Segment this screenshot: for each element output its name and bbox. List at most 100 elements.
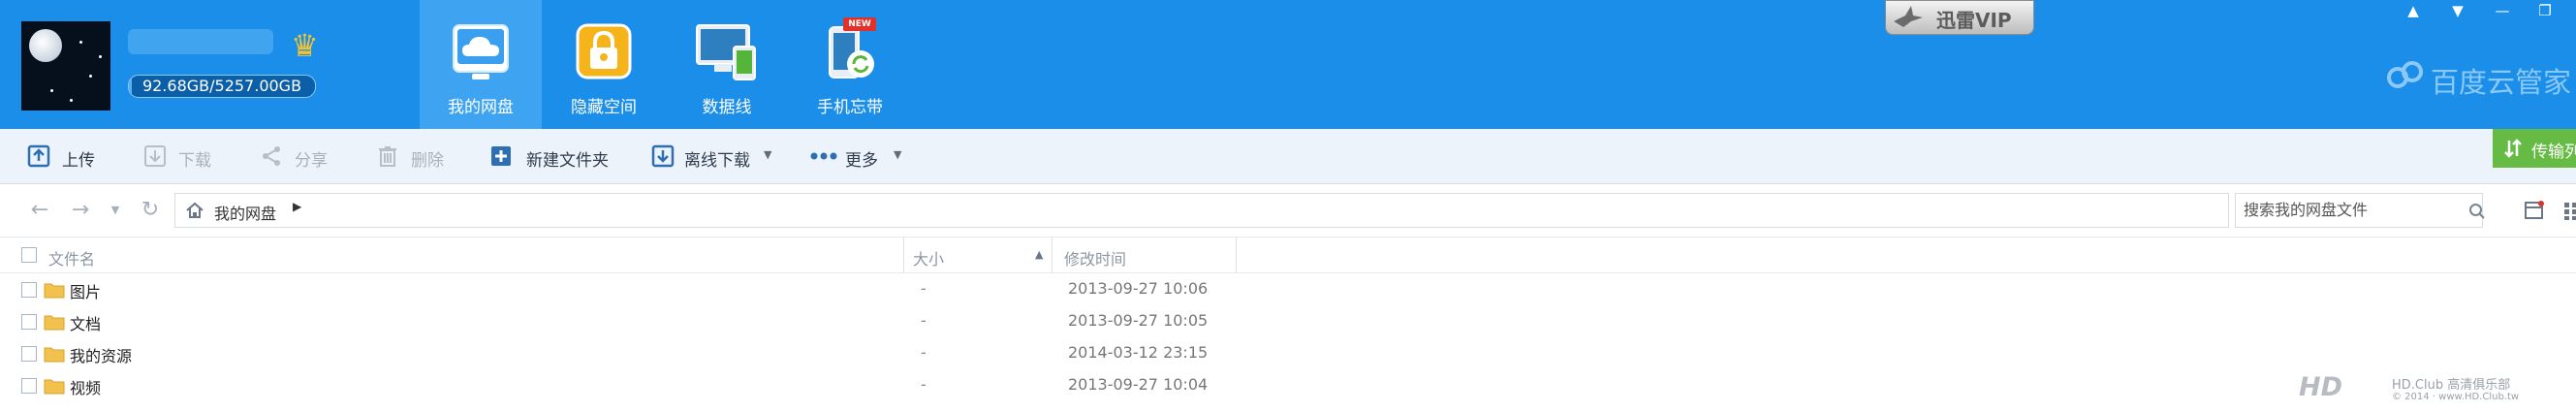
vip-label: 迅雷VIP (1936, 9, 2012, 32)
column-divider[interactable] (903, 238, 904, 272)
folder-icon (44, 347, 65, 363)
username-redacted (128, 29, 273, 54)
share-label: 分享 (295, 151, 328, 171)
table-row[interactable]: 图片 - 2013-09-27 10:06 (0, 273, 2576, 305)
brand-name: 百度云管家 (2431, 66, 2572, 99)
share-icon (263, 146, 280, 166)
share-button[interactable]: 分享 (260, 141, 337, 172)
baidu-cloud-window: ♛ 92.68GB/5257.00GB 我的网盘 隐藏空间 数据线 NEW 手机… (0, 0, 2576, 412)
history-dropdown-icon[interactable]: ▼ (103, 198, 128, 223)
watermark-line1: HD.Club 高清俱乐部 (2392, 378, 2511, 393)
delete-button[interactable]: 删除 (376, 141, 454, 172)
file-size: - (921, 343, 927, 362)
table-row[interactable]: 文档 - 2013-09-27 10:05 (0, 305, 2576, 337)
sort-asc-icon[interactable]: ▲ (1035, 248, 1043, 261)
search-box[interactable] (2235, 193, 2486, 228)
tab-label: 数据线 (702, 98, 752, 117)
file-name[interactable]: 视频 (70, 375, 101, 398)
transfer-list-button[interactable]: 传输列 (2493, 129, 2576, 168)
refresh-icon[interactable]: ↻ (138, 198, 163, 223)
back-arrow-icon[interactable]: ← (27, 198, 52, 223)
transfer-list-label: 传输列 (2531, 143, 2576, 162)
chevron-down-icon[interactable]: ▼ (894, 148, 901, 161)
upload-button[interactable]: 上传 (27, 141, 105, 172)
folder-icon (44, 379, 65, 395)
row-checkbox[interactable] (21, 378, 37, 394)
more-dots-icon (810, 152, 837, 160)
avatar[interactable] (21, 21, 110, 111)
new-folder-button[interactable]: 新建文件夹 (489, 141, 615, 172)
select-all-checkbox[interactable] (21, 247, 37, 263)
view-mode-icon[interactable] (2524, 200, 2545, 221)
upload-icon (27, 144, 50, 168)
restore-icon[interactable]: ❐ (2531, 0, 2559, 21)
file-size: - (921, 375, 927, 394)
column-header-modified[interactable]: 修改时间 (1064, 246, 1126, 269)
file-modified: 2013-09-27 10:05 (1068, 311, 1209, 330)
delete-label: 删除 (411, 151, 444, 171)
row-checkbox[interactable] (21, 314, 37, 330)
lock-icon (576, 23, 632, 79)
file-modified: 2014-03-12 23:15 (1068, 343, 1209, 362)
offline-download-button[interactable]: 离线下载 ▼ (651, 141, 777, 172)
folder-icon (44, 315, 65, 331)
avatar-star (70, 99, 73, 102)
table-row[interactable]: 视频 - 2013-09-27 10:04 (0, 369, 2576, 401)
notification-bell-icon[interactable]: ▲ (2400, 0, 2427, 21)
folder-icon (44, 283, 65, 299)
file-name[interactable]: 我的资源 (70, 343, 132, 366)
column-header-size[interactable]: 大小 (913, 246, 944, 269)
avatar-moon (29, 29, 62, 62)
file-size: - (921, 311, 927, 330)
storage-quota-text: 92.68GB/5257.00GB (141, 77, 302, 95)
cloud-disk-icon (453, 24, 509, 79)
forward-arrow-icon[interactable]: → (68, 198, 93, 223)
baidu-cloud-logo-icon (2387, 61, 2423, 88)
file-modified: 2013-09-27 10:06 (1068, 279, 1209, 298)
devices-icon (696, 24, 756, 80)
grid-view-icon[interactable] (2562, 200, 2576, 221)
xunlei-vip-button[interactable]: 迅雷VIP (1885, 0, 2034, 35)
file-list-header: 文件名 大小 ▲ 修改时间 (0, 238, 2576, 273)
tab-phone-forgot[interactable]: NEW 手机忘带 (789, 0, 911, 129)
avatar-star (99, 55, 102, 58)
breadcrumb-item[interactable]: 我的网盘 (214, 201, 276, 224)
minimize-icon[interactable]: — (2489, 0, 2516, 21)
file-name[interactable]: 图片 (70, 279, 101, 302)
table-row[interactable]: 我的资源 - 2014-03-12 23:15 (0, 337, 2576, 369)
menu-dropdown-icon[interactable]: ▼ (2444, 0, 2471, 21)
tab-label: 手机忘带 (817, 98, 883, 117)
breadcrumb[interactable]: 我的网盘 ▶ (174, 193, 2229, 228)
download-button[interactable]: 下载 (143, 141, 221, 172)
tab-hidden-space[interactable]: 隐藏空间 (543, 0, 665, 129)
row-checkbox[interactable] (21, 346, 37, 362)
new-folder-icon (491, 146, 511, 166)
trash-icon (379, 146, 396, 167)
download-icon (144, 145, 166, 167)
file-name[interactable]: 文档 (70, 311, 101, 334)
new-badge: NEW (843, 17, 876, 31)
avatar-star (50, 89, 53, 92)
search-input[interactable] (2244, 199, 2447, 220)
offline-download-label: 离线下载 (684, 151, 750, 171)
avatar-star (79, 41, 82, 44)
chevron-right-icon[interactable]: ▶ (293, 200, 301, 213)
toolbar: 上传 下载 分享 删除 新建文件夹 离线下载 ▼ 更多 ▼ (0, 129, 2576, 184)
more-label: 更多 (845, 151, 878, 171)
column-header-name[interactable]: 文件名 (48, 246, 95, 269)
transfer-icon (2504, 139, 2522, 158)
search-icon[interactable] (2468, 203, 2486, 220)
new-folder-label: 新建文件夹 (526, 151, 609, 171)
tab-data-cable[interactable]: 数据线 (666, 0, 788, 129)
more-button[interactable]: 更多 ▼ (810, 141, 917, 172)
chevron-down-icon[interactable]: ▼ (764, 148, 771, 161)
watermark-line2: © 2014 · www.HD.Club.tw (2392, 392, 2520, 402)
hdclub-watermark: HD HD.Club 高清俱乐部 © 2014 · www.HD.Club.tw (2299, 368, 2560, 412)
tab-my-disk[interactable]: 我的网盘 (420, 0, 542, 129)
watermark-logo: HD (2299, 372, 2343, 402)
file-modified: 2013-09-27 10:04 (1068, 375, 1209, 394)
file-size: - (921, 279, 927, 298)
row-checkbox[interactable] (21, 282, 37, 298)
crown-icon[interactable]: ♛ (291, 29, 319, 62)
column-divider[interactable] (1236, 238, 1237, 272)
